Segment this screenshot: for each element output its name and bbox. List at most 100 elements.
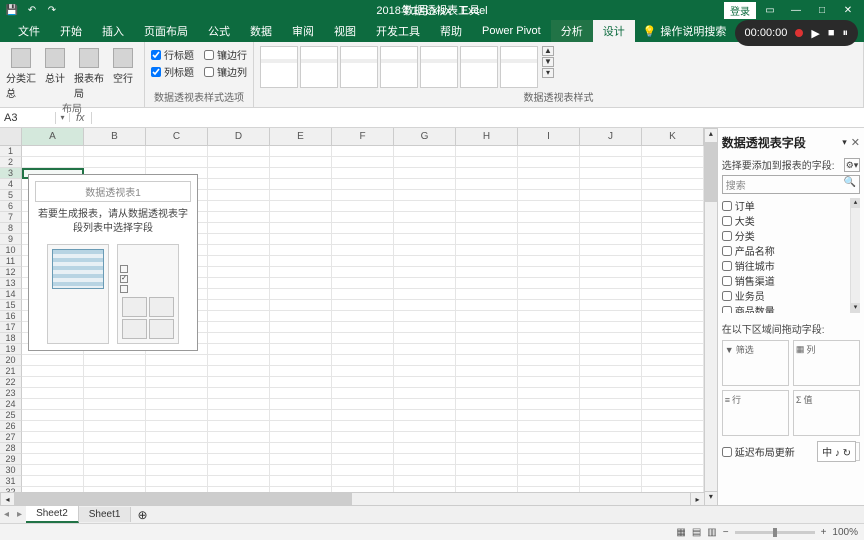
col-header[interactable]: A bbox=[22, 128, 84, 145]
tab-formulas[interactable]: 公式 bbox=[198, 20, 240, 42]
cell[interactable] bbox=[22, 388, 84, 399]
cell[interactable] bbox=[84, 377, 146, 388]
col-header[interactable]: I bbox=[518, 128, 580, 145]
col-header[interactable]: F bbox=[332, 128, 394, 145]
cell[interactable] bbox=[394, 311, 456, 322]
cell[interactable] bbox=[332, 256, 394, 267]
values-drop-zone[interactable]: Σ值 bbox=[793, 390, 860, 436]
cell[interactable] bbox=[270, 256, 332, 267]
cell[interactable] bbox=[394, 465, 456, 476]
cell[interactable] bbox=[394, 421, 456, 432]
cell[interactable] bbox=[580, 146, 642, 157]
cell[interactable] bbox=[580, 333, 642, 344]
cell[interactable] bbox=[332, 212, 394, 223]
cell[interactable] bbox=[208, 267, 270, 278]
zoom-slider[interactable] bbox=[735, 531, 815, 534]
cell[interactable] bbox=[394, 201, 456, 212]
cell[interactable] bbox=[208, 432, 270, 443]
cell[interactable] bbox=[580, 289, 642, 300]
cell[interactable] bbox=[580, 179, 642, 190]
cell[interactable] bbox=[518, 421, 580, 432]
cell[interactable] bbox=[22, 421, 84, 432]
login-button[interactable]: 登录 bbox=[724, 2, 756, 19]
cell[interactable] bbox=[84, 388, 146, 399]
col-header[interactable]: D bbox=[208, 128, 270, 145]
tab-view[interactable]: 视图 bbox=[324, 20, 366, 42]
cell[interactable] bbox=[394, 223, 456, 234]
cell[interactable] bbox=[394, 245, 456, 256]
row-header[interactable]: 13 bbox=[0, 278, 22, 289]
cell[interactable] bbox=[456, 267, 518, 278]
cell[interactable] bbox=[332, 377, 394, 388]
cell[interactable] bbox=[270, 212, 332, 223]
cell[interactable] bbox=[456, 465, 518, 476]
cell[interactable] bbox=[394, 190, 456, 201]
cell[interactable] bbox=[270, 311, 332, 322]
gallery-more[interactable]: ▲▼▾ bbox=[542, 46, 554, 78]
cell[interactable] bbox=[270, 432, 332, 443]
cell[interactable] bbox=[22, 399, 84, 410]
save-icon[interactable]: 💾 bbox=[4, 2, 20, 18]
cell[interactable] bbox=[518, 179, 580, 190]
cell[interactable] bbox=[518, 245, 580, 256]
cell[interactable] bbox=[208, 366, 270, 377]
row-header[interactable]: 18 bbox=[0, 333, 22, 344]
cell[interactable] bbox=[270, 388, 332, 399]
style-swatch[interactable] bbox=[460, 46, 498, 88]
cell[interactable] bbox=[208, 311, 270, 322]
cell[interactable] bbox=[642, 487, 704, 492]
grid-row[interactable]: 25 bbox=[0, 410, 704, 421]
cell[interactable] bbox=[518, 377, 580, 388]
tab-insert[interactable]: 插入 bbox=[92, 20, 134, 42]
cell[interactable] bbox=[642, 146, 704, 157]
cell[interactable] bbox=[270, 168, 332, 179]
row-header[interactable]: 22 bbox=[0, 377, 22, 388]
cell[interactable] bbox=[146, 366, 208, 377]
col-header[interactable]: C bbox=[146, 128, 208, 145]
cell[interactable] bbox=[332, 157, 394, 168]
grid-row[interactable]: 2 bbox=[0, 157, 704, 168]
cell[interactable] bbox=[394, 300, 456, 311]
cell[interactable] bbox=[84, 476, 146, 487]
cell[interactable] bbox=[642, 300, 704, 311]
cell[interactable] bbox=[332, 476, 394, 487]
cell[interactable] bbox=[456, 344, 518, 355]
horizontal-scrollbar[interactable]: ◂ ▸ bbox=[0, 492, 704, 505]
cell[interactable] bbox=[146, 421, 208, 432]
grid-row[interactable]: 32 bbox=[0, 487, 704, 492]
cell[interactable] bbox=[332, 487, 394, 492]
cell[interactable] bbox=[146, 399, 208, 410]
cell[interactable] bbox=[456, 300, 518, 311]
cell[interactable] bbox=[518, 267, 580, 278]
cell[interactable] bbox=[642, 399, 704, 410]
cell[interactable] bbox=[208, 377, 270, 388]
cell[interactable] bbox=[394, 344, 456, 355]
field-item[interactable]: 分类 bbox=[722, 228, 860, 243]
cell[interactable] bbox=[580, 465, 642, 476]
cell[interactable] bbox=[270, 157, 332, 168]
cell[interactable] bbox=[456, 399, 518, 410]
cell[interactable] bbox=[456, 146, 518, 157]
ime-indicator[interactable]: 中 ♪ ↻ bbox=[817, 441, 856, 462]
cell[interactable] bbox=[518, 355, 580, 366]
cell[interactable] bbox=[642, 410, 704, 421]
cell[interactable] bbox=[270, 245, 332, 256]
tab-powerpivot[interactable]: Power Pivot bbox=[472, 22, 551, 40]
cell[interactable] bbox=[456, 168, 518, 179]
cell[interactable] bbox=[642, 157, 704, 168]
cell[interactable] bbox=[208, 322, 270, 333]
tab-analyze[interactable]: 分析 bbox=[551, 20, 593, 42]
cell[interactable] bbox=[642, 465, 704, 476]
sheet-tab-active[interactable]: Sheet2 bbox=[26, 506, 79, 523]
cell[interactable] bbox=[332, 146, 394, 157]
cell[interactable] bbox=[208, 443, 270, 454]
cell[interactable] bbox=[270, 223, 332, 234]
cell[interactable] bbox=[332, 465, 394, 476]
cell[interactable] bbox=[146, 157, 208, 168]
cell[interactable] bbox=[84, 432, 146, 443]
cell[interactable] bbox=[146, 487, 208, 492]
grid-row[interactable]: 27 bbox=[0, 432, 704, 443]
cell[interactable] bbox=[270, 322, 332, 333]
grid-row[interactable]: 29 bbox=[0, 454, 704, 465]
cell[interactable] bbox=[332, 234, 394, 245]
